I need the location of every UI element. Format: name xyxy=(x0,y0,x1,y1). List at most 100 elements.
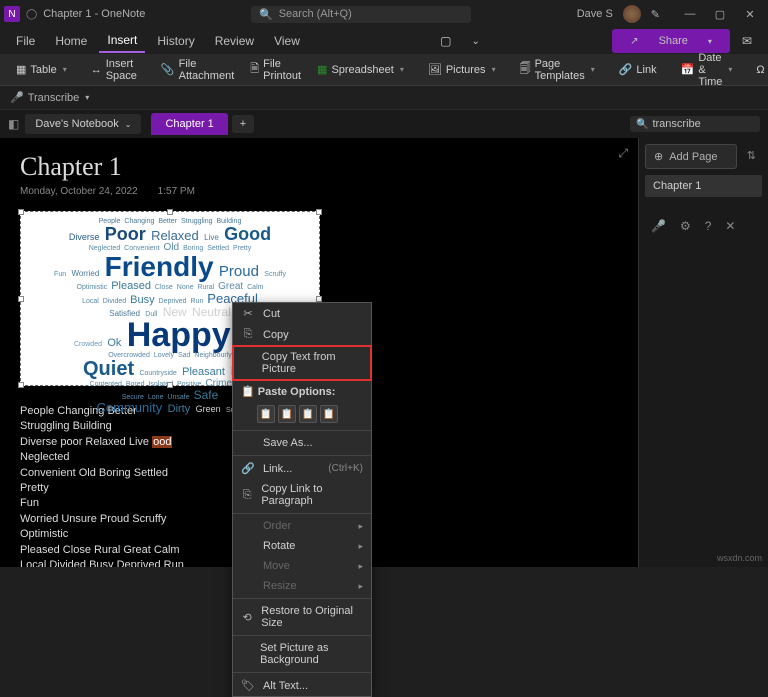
ctx-cut[interactable]: ✂Cut xyxy=(233,303,371,324)
printout-icon: 🗎 xyxy=(250,60,259,79)
titlebar: N ◯ Chapter 1 - OneNote 🔍 Search (Alt+Q)… xyxy=(0,0,768,28)
ribbon-insert-space[interactable]: ↔Insert Space xyxy=(85,55,143,85)
transcribe-button[interactable]: 🎤 Transcribe ▾ xyxy=(10,91,89,104)
page-title[interactable]: Chapter 1 xyxy=(20,152,618,182)
ribbon-file-printout[interactable]: 🗎File Printout xyxy=(244,55,307,85)
app-icon: N xyxy=(4,6,20,22)
gear-icon[interactable]: ⚙ xyxy=(680,219,691,233)
link-icon: 🔗 xyxy=(241,462,255,475)
resize-handle[interactable] xyxy=(167,209,173,215)
page-date: Monday, October 24, 2022 xyxy=(20,186,138,197)
resize-handle[interactable] xyxy=(18,209,24,215)
menu-home[interactable]: Home xyxy=(47,30,95,52)
paste-option-1[interactable]: 📋 xyxy=(257,405,275,423)
ctx-order[interactable]: Order▸ xyxy=(233,516,371,536)
present-icon[interactable]: ▢ xyxy=(432,30,459,52)
ribbon-page-templates[interactable]: 🗐Page Templates▾ xyxy=(514,55,601,85)
maximize-icon[interactable]: ▢ xyxy=(706,4,734,24)
add-page-button[interactable]: ⊕ Add Page xyxy=(645,144,737,169)
ctx-paste-header: 📋 Paste Options: xyxy=(233,381,371,402)
link-icon: 🔗 xyxy=(619,63,633,76)
ctx-link[interactable]: 🔗Link...(Ctrl+K) xyxy=(233,458,371,479)
sort-icon[interactable]: ⇅ xyxy=(741,144,762,169)
resize-handle[interactable] xyxy=(316,209,322,215)
alt-text-icon: 🏷 xyxy=(241,679,255,692)
help-icon[interactable]: ? xyxy=(705,219,712,233)
notebook-selector[interactable]: Dave's Notebook⌄ xyxy=(25,114,141,134)
table-icon: ▦ xyxy=(16,63,26,76)
ctx-rotate[interactable]: Rotate▸ xyxy=(233,536,371,556)
page-time: 1:57 PM xyxy=(158,186,195,197)
menu-file[interactable]: File xyxy=(8,30,43,52)
ribbon-spreadsheet[interactable]: ▦Spreadsheet▾ xyxy=(311,60,410,79)
pictures-icon: 🖼 xyxy=(428,63,442,76)
search-icon: 🔍 xyxy=(636,119,648,130)
copy-icon: ⎘ xyxy=(241,328,255,341)
secondary-bar: 🎤 Transcribe ▾ xyxy=(0,86,768,110)
calendar-icon: 📅 xyxy=(681,63,695,76)
attachment-icon: 📎 xyxy=(161,63,175,76)
minimize-icon[interactable]: — xyxy=(676,4,704,24)
ctx-save-as[interactable]: Save As... xyxy=(233,433,371,453)
spreadsheet-icon: ▦ xyxy=(317,63,327,76)
ctx-copy[interactable]: ⎘Copy xyxy=(233,324,371,345)
cut-icon: ✂ xyxy=(241,307,255,320)
paste-option-2[interactable]: 📋 xyxy=(278,405,296,423)
plus-icon: ⊕ xyxy=(654,150,663,163)
page-list-item[interactable]: Chapter 1 xyxy=(645,175,762,197)
symbol-icon: Ω xyxy=(756,64,764,76)
page-search-input[interactable] xyxy=(652,118,768,130)
tab-add-button[interactable]: + xyxy=(232,115,254,133)
ribbon: ▦Table▾ ↔Insert Space 📎File Attachment 🗎… xyxy=(0,54,768,86)
ctx-copy-text-from-picture[interactable]: Copy Text from Picture xyxy=(232,345,372,381)
ribbon-file-attachment[interactable]: 📎File Attachment xyxy=(155,55,240,85)
user-name[interactable]: Dave S xyxy=(577,8,613,20)
resize-handle[interactable] xyxy=(18,296,24,302)
mic-icon: 🎤 xyxy=(10,91,24,104)
mic-icon[interactable]: 🎤 xyxy=(651,219,666,233)
ribbon-link[interactable]: 🔗Link xyxy=(613,60,663,79)
document-title: Chapter 1 - OneNote xyxy=(43,8,145,20)
tabbar: ◧ Dave's Notebook⌄ Chapter 1 + 🔍 ✕ ▾ xyxy=(0,110,768,138)
menu-history[interactable]: History xyxy=(149,30,202,52)
ctx-restore-size[interactable]: ⟲Restore to Original Size xyxy=(233,601,371,633)
ctx-move[interactable]: Move▸ xyxy=(233,556,371,576)
avatar[interactable] xyxy=(623,5,641,23)
workspace: ⤢ Chapter 1 Monday, October 24, 2022 1:5… xyxy=(0,138,768,567)
share-icon: ↗ xyxy=(622,32,646,51)
ribbon-table[interactable]: ▦Table▾ xyxy=(10,60,73,79)
copy-link-icon: ⎘ xyxy=(241,489,253,502)
menu-insert[interactable]: Insert xyxy=(99,29,145,53)
close-panel-icon[interactable]: ✕ xyxy=(725,219,735,233)
tab-chapter1[interactable]: Chapter 1 xyxy=(151,113,227,135)
back-icon[interactable]: ◯ xyxy=(26,9,37,20)
search-box[interactable]: 🔍 Search (Alt+Q) xyxy=(251,6,471,23)
watermark: wsxdn.com xyxy=(717,553,762,563)
resize-handle[interactable] xyxy=(167,382,173,388)
menubar: File Home Insert History Review View ▢ ⌄… xyxy=(0,28,768,54)
expand-icon[interactable]: ⤢ xyxy=(618,146,628,161)
close-icon[interactable]: ✕ xyxy=(736,4,764,24)
paste-option-4[interactable]: 📋 xyxy=(320,405,338,423)
ribbon-symbol[interactable]: ΩSymbol▾ xyxy=(750,61,768,79)
ctx-set-background[interactable]: Set Picture as Background xyxy=(233,638,371,670)
menu-view[interactable]: View xyxy=(266,30,308,52)
ctx-paste-options: 📋 📋 📋 📋 xyxy=(233,402,371,428)
ribbon-pictures[interactable]: 🖼Pictures▾ xyxy=(422,60,502,79)
resize-handle[interactable] xyxy=(316,296,322,302)
page-search[interactable]: 🔍 ✕ ▾ xyxy=(630,116,760,132)
ctx-alt-text[interactable]: 🏷Alt Text... xyxy=(233,675,371,696)
pen-icon[interactable]: ✎ xyxy=(651,8,660,21)
menu-review[interactable]: Review xyxy=(207,30,262,52)
ribbon-date-time[interactable]: 📅Date & Time▾ xyxy=(675,49,739,91)
nav-icon[interactable]: ◧ xyxy=(8,117,19,131)
paste-option-3[interactable]: 📋 xyxy=(299,405,317,423)
chevron-icon[interactable]: ⌄ xyxy=(464,32,488,51)
ctx-copy-link-paragraph[interactable]: ⎘Copy Link to Paragraph xyxy=(233,479,371,511)
resize-handle[interactable] xyxy=(18,382,24,388)
ctx-resize[interactable]: Resize▸ xyxy=(233,576,371,596)
context-menu: ✂Cut ⎘Copy Copy Text from Picture 📋 Past… xyxy=(232,302,372,697)
restore-icon: ⟲ xyxy=(241,611,253,624)
search-icon: 🔍 xyxy=(259,8,273,21)
templates-icon: 🗐 xyxy=(520,60,531,79)
